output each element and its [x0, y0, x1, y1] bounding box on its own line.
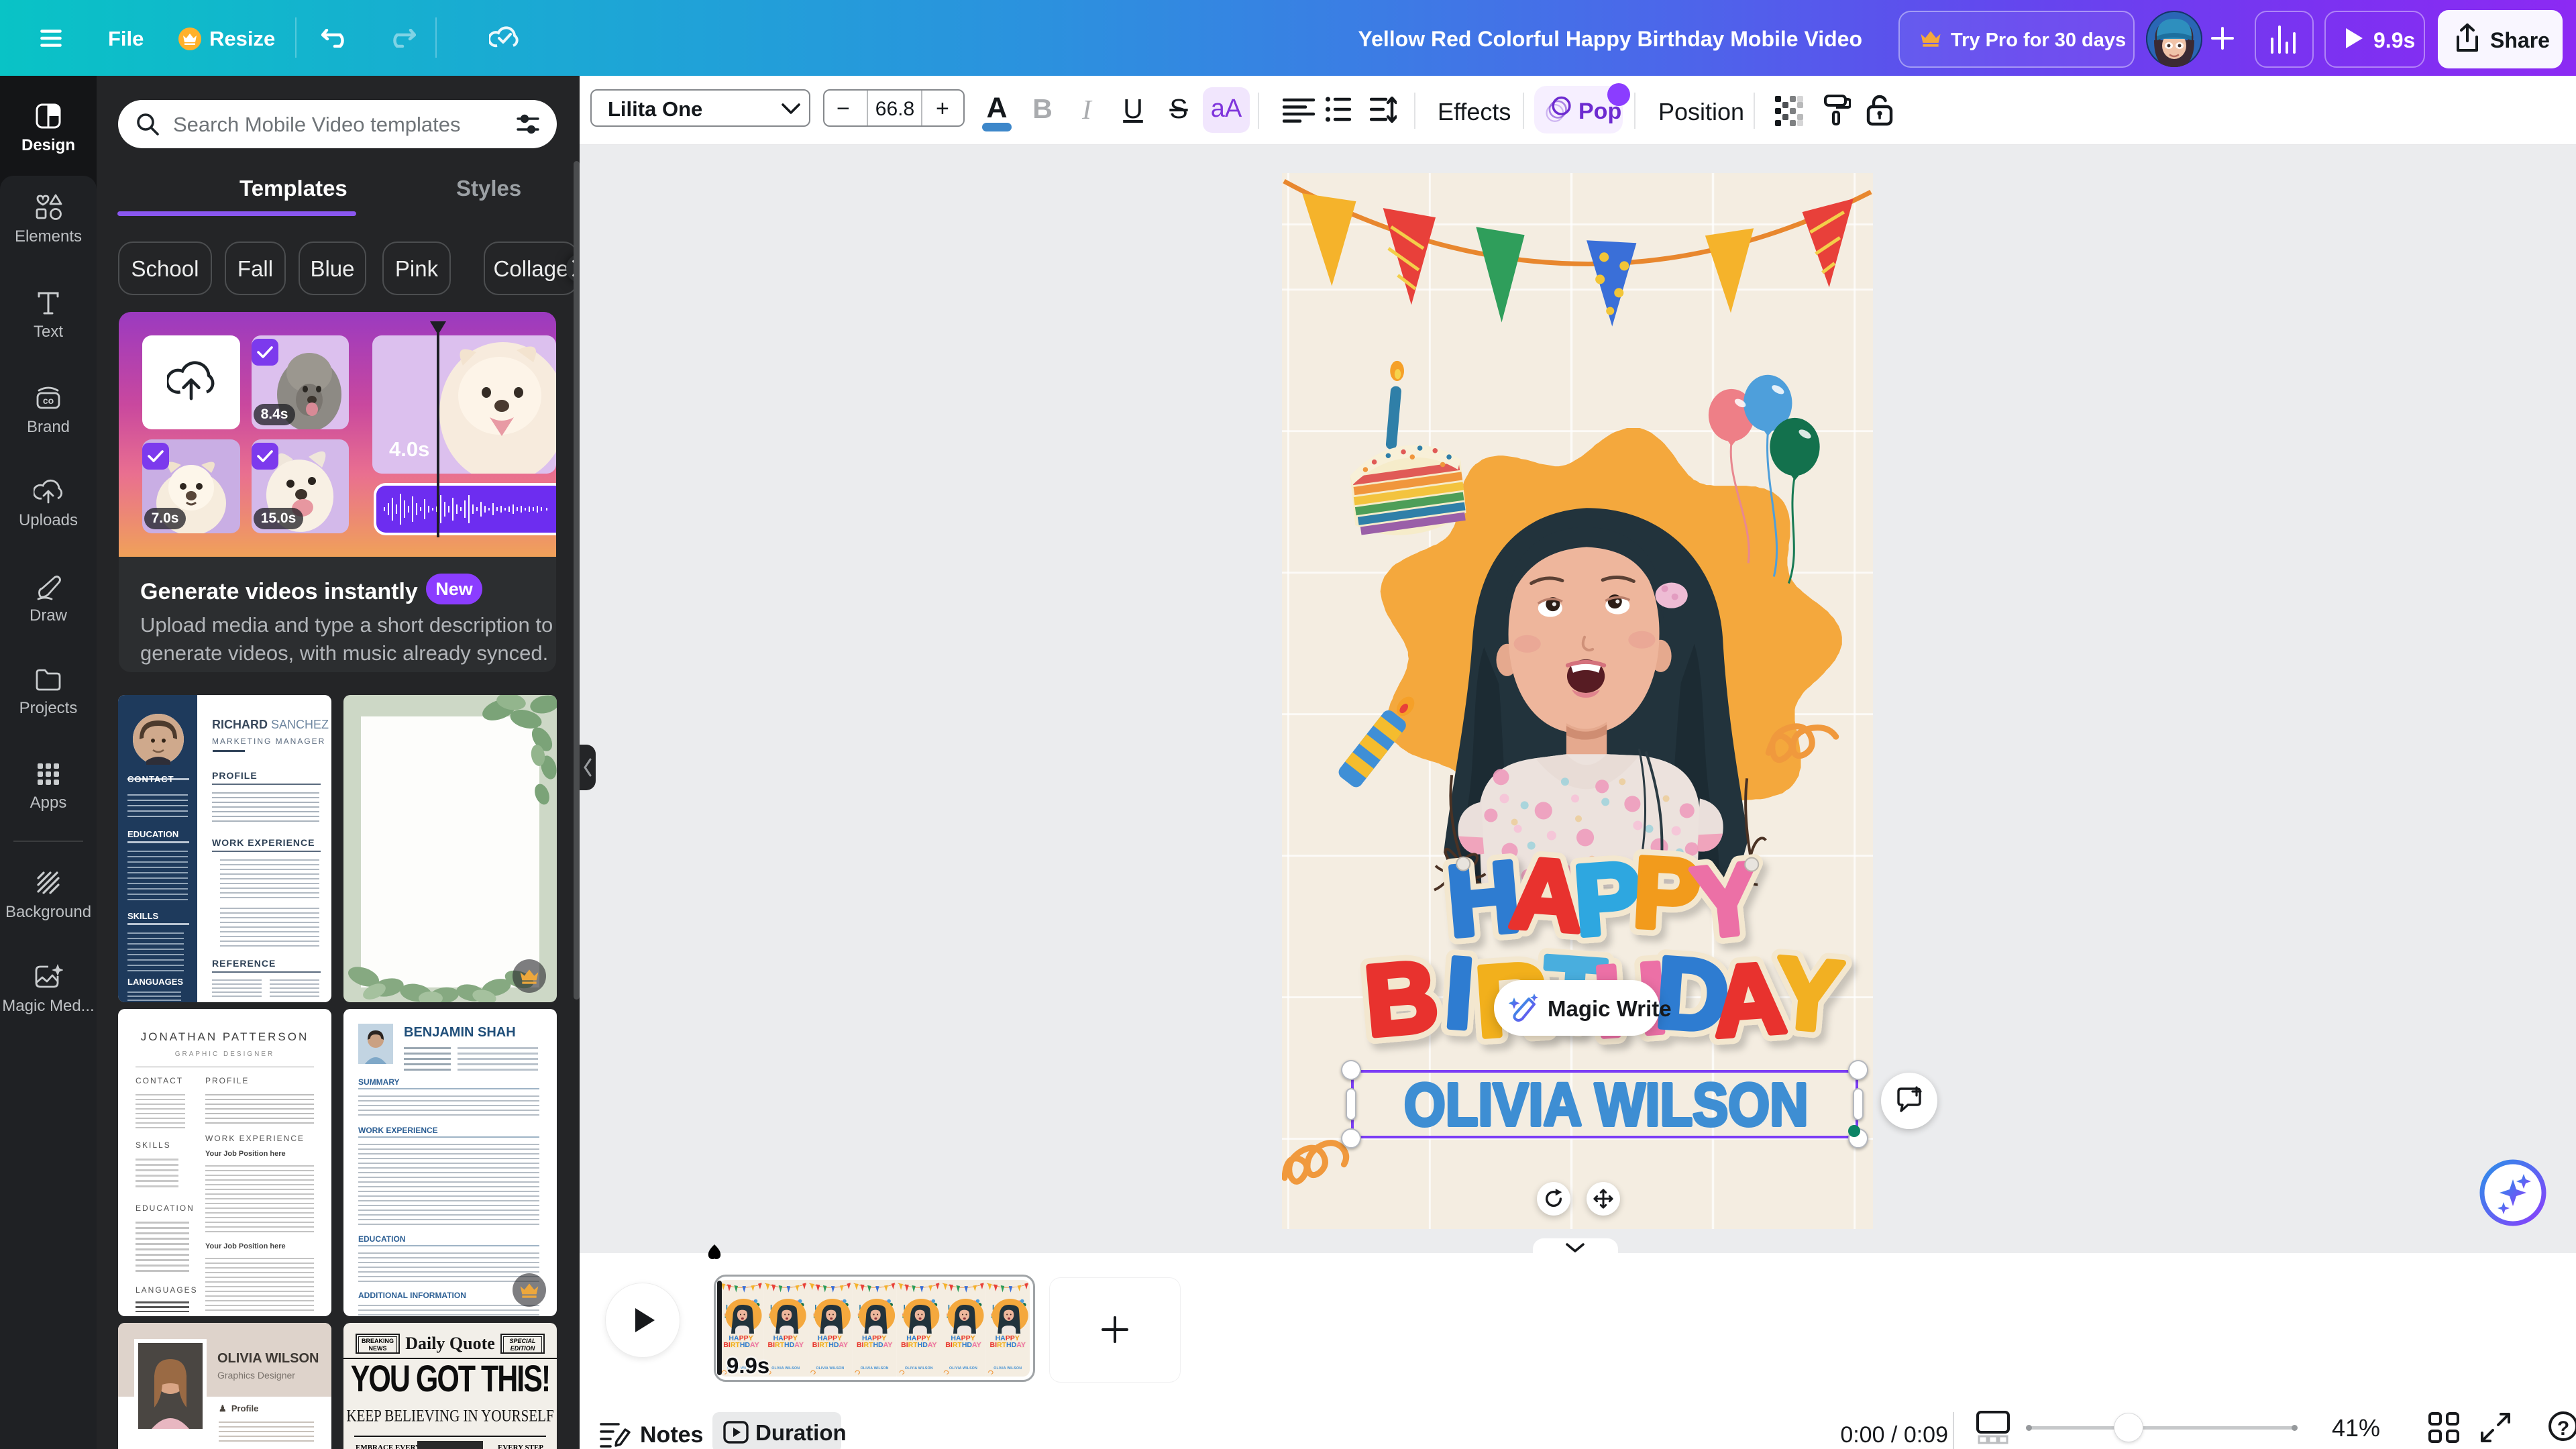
- svg-text:I: I: [1442, 937, 1477, 1049]
- svg-text:Y: Y: [1770, 936, 1846, 1053]
- svg-text:B: B: [1360, 941, 1442, 1057]
- svg-text:co: co: [43, 395, 54, 406]
